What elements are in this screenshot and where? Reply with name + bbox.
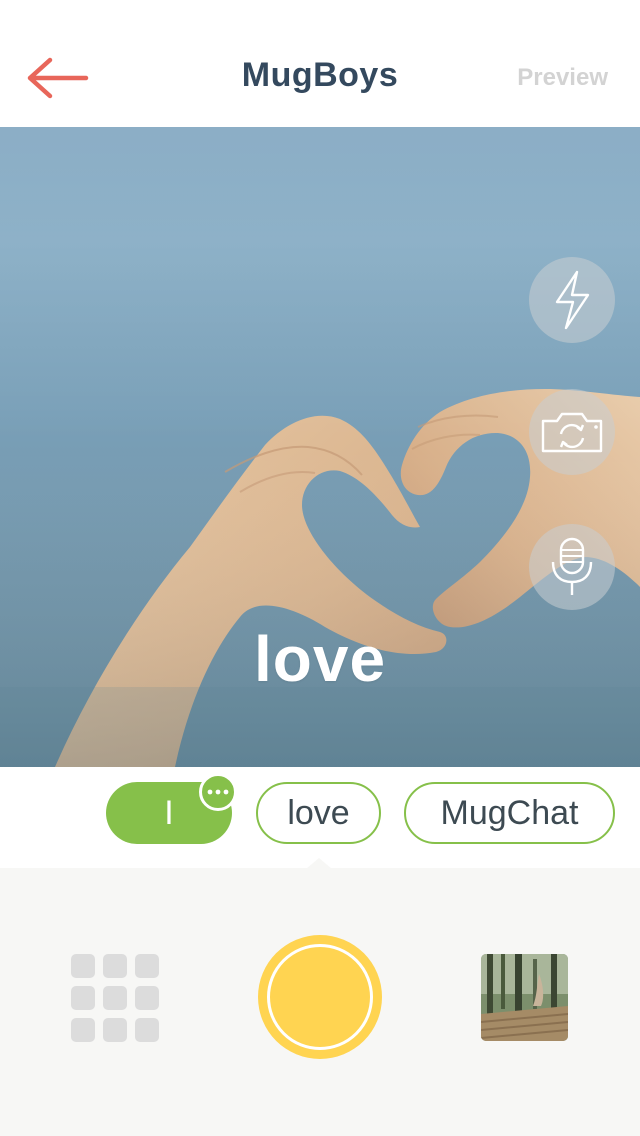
preview-button[interactable]: Preview [517,64,608,92]
gallery-thumbnail [481,954,568,1041]
chip-options-button[interactable] [199,773,237,811]
capture-bar [0,868,640,1136]
caption-text: love [253,623,387,695]
shutter-icon [267,944,373,1050]
app-screen: MugBoys Preview love I love MugChat [0,0,640,1136]
microphone-icon [551,537,593,595]
microphone-button[interactable] [529,524,615,610]
chip-label: love [287,793,350,832]
grid-button[interactable] [71,954,159,1042]
arrow-left-icon [27,57,89,99]
lightning-bolt-icon [555,270,590,330]
camera-viewfinder[interactable]: love [0,127,640,767]
page-title: MugBoys [241,56,399,94]
flash-button[interactable] [529,257,615,343]
ellipsis-icon [207,789,229,795]
header-bar: MugBoys Preview [0,0,640,128]
chip-label: MugChat [440,793,579,832]
gallery-button[interactable] [481,954,568,1041]
switch-camera-button[interactable] [529,389,615,475]
word-chips-bar: I love MugChat [0,767,640,868]
chip-label: I [164,793,174,832]
word-chip[interactable]: MugChat [404,782,615,844]
back-button[interactable] [22,54,94,104]
camera-rotate-icon [541,412,603,453]
shutter-button[interactable] [258,935,382,1059]
word-chip[interactable]: love [256,782,381,844]
